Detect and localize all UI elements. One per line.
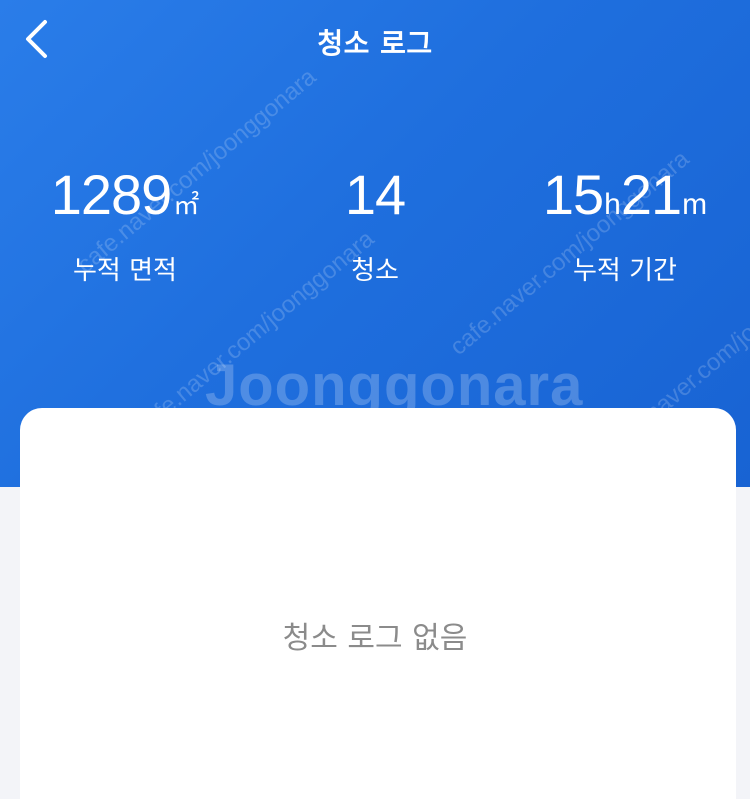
- stat-total-duration: 15h21m 누적 기간: [500, 162, 750, 287]
- hours-unit: h: [604, 188, 621, 221]
- stat-total-area: 1289㎡ 누적 면적: [0, 162, 250, 287]
- area-number: 1289: [50, 163, 173, 226]
- stat-count-label: 청소: [351, 256, 399, 286]
- stat-area-label: 누적 면적: [73, 256, 177, 286]
- count-number: 14: [344, 163, 406, 226]
- hours-number: 15: [542, 163, 604, 226]
- minutes-unit: m: [682, 188, 708, 221]
- cleaning-log-screen: 청소 로그 cafe.naver.com/joonggonara cafe.na…: [0, 0, 750, 799]
- minutes-number: 21: [620, 163, 682, 226]
- stat-area-value: 1289㎡: [0, 162, 250, 228]
- stat-count-value: 14: [250, 162, 500, 228]
- area-unit: ㎡: [173, 190, 200, 220]
- page-title: 청소 로그: [317, 27, 433, 60]
- stat-duration-value: 15h21m: [500, 162, 750, 228]
- log-list-card: [20, 408, 736, 799]
- empty-log-message: 청소 로그 없음: [282, 621, 468, 656]
- stat-duration-label: 누적 기간: [573, 256, 677, 286]
- stat-clean-count: 14 청소: [250, 162, 500, 287]
